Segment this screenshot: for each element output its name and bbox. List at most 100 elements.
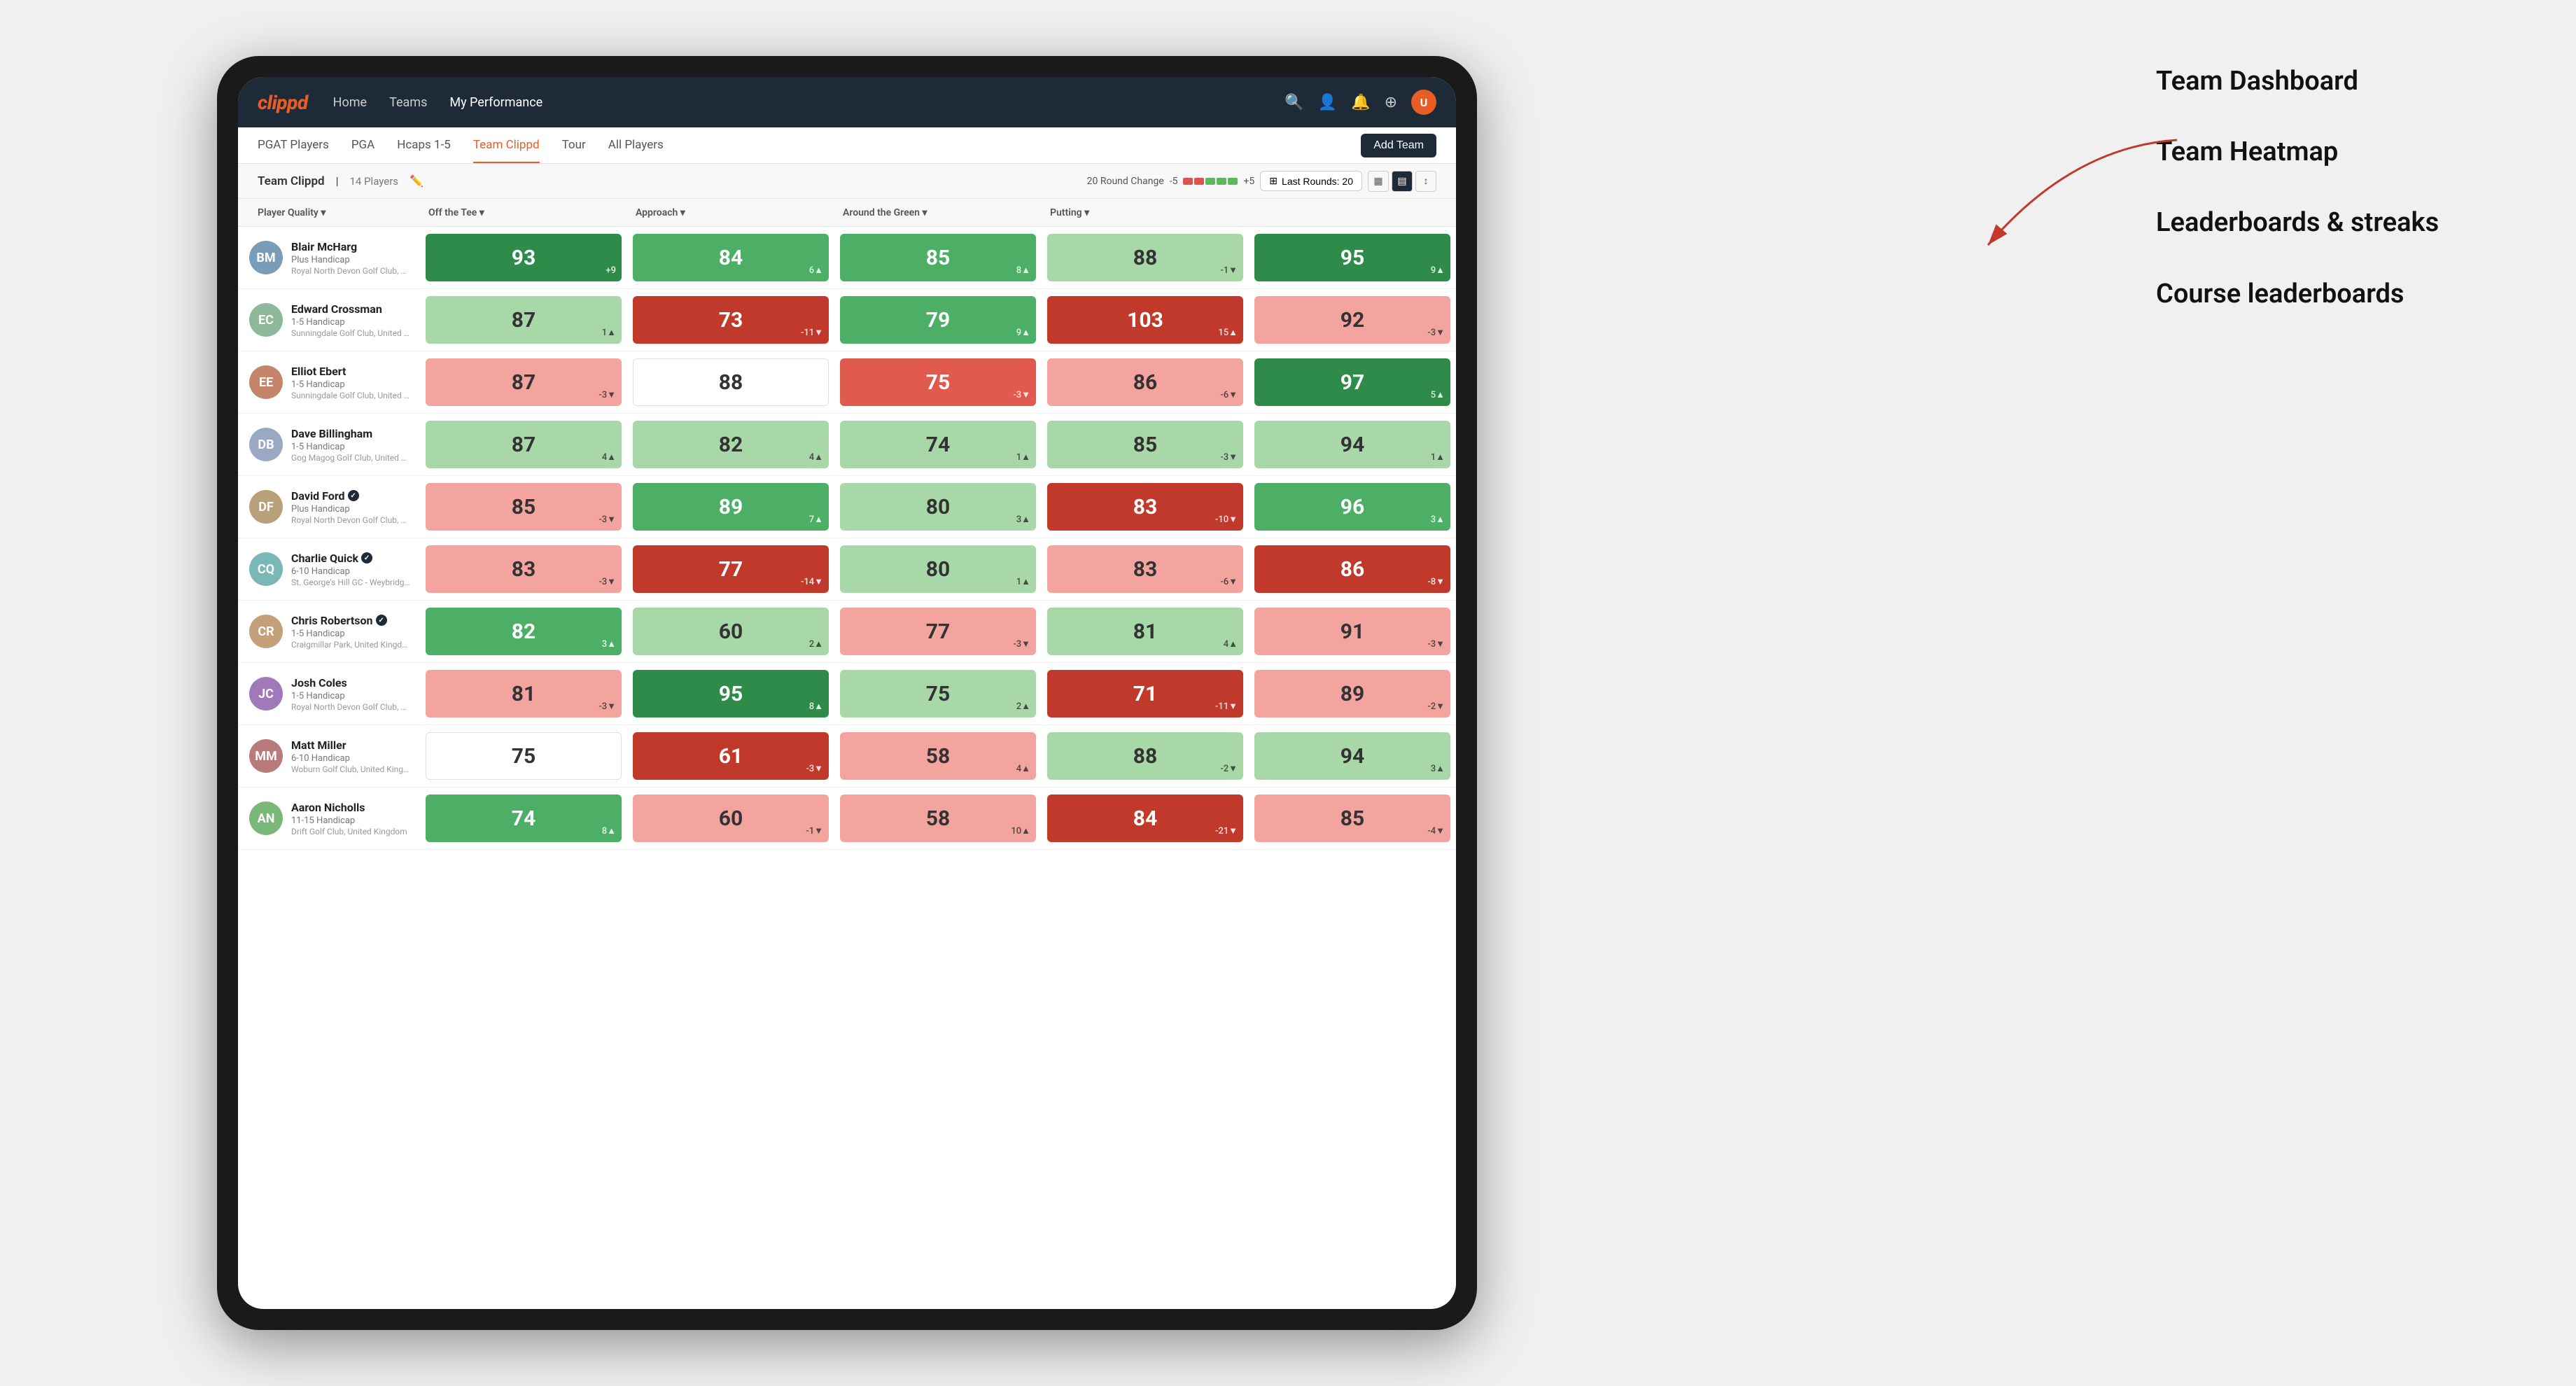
player-info-6[interactable]: CRChris Robertson✓1-5 HandicapCraigmilla… xyxy=(238,607,420,657)
score-cell-6-0[interactable]: 823▲ xyxy=(420,601,627,662)
heatmap-view-button[interactable]: ▤ xyxy=(1392,171,1413,192)
score-cell-3-0[interactable]: 874▲ xyxy=(420,414,627,475)
score-cell-4-3[interactable]: 83-10▼ xyxy=(1042,476,1249,538)
player-details: Aaron Nicholls11-15 HandicapDrift Golf C… xyxy=(291,801,412,836)
score-cell-8-3[interactable]: 88-2▼ xyxy=(1042,725,1249,787)
score-delta: 2▲ xyxy=(1016,701,1030,712)
score-cell-1-4[interactable]: 92-3▼ xyxy=(1249,289,1456,351)
score-cell-7-1[interactable]: 958▲ xyxy=(627,663,834,724)
search-icon[interactable]: 🔍 xyxy=(1284,94,1303,111)
score-cell-1-2[interactable]: 799▲ xyxy=(834,289,1042,351)
col-approach[interactable]: Approach ▾ xyxy=(627,207,834,218)
player-info-9[interactable]: ANAaron Nicholls11-15 HandicapDrift Golf… xyxy=(238,794,420,844)
score-cell-8-0[interactable]: 75 xyxy=(420,725,627,787)
score-cell-4-4[interactable]: 963▲ xyxy=(1249,476,1456,538)
player-info-2[interactable]: EEElliot Ebert1-5 HandicapSunningdale Go… xyxy=(238,358,420,407)
score-cell-7-2[interactable]: 752▲ xyxy=(834,663,1042,724)
tab-tour[interactable]: Tour xyxy=(562,127,586,163)
score-cell-6-4[interactable]: 91-3▼ xyxy=(1249,601,1456,662)
nav-link-home[interactable]: Home xyxy=(333,92,367,113)
score-cell-9-2[interactable]: 5810▲ xyxy=(834,788,1042,849)
score-cell-5-4[interactable]: 86-8▼ xyxy=(1249,538,1456,600)
score-cell-3-1[interactable]: 824▲ xyxy=(627,414,834,475)
score-cell-4-1[interactable]: 897▲ xyxy=(627,476,834,538)
player-info-5[interactable]: CQCharlie Quick✓6-10 HandicapSt. George'… xyxy=(238,545,420,594)
score-cell-2-2[interactable]: 75-3▼ xyxy=(834,351,1042,413)
score-cell-4-2[interactable]: 803▲ xyxy=(834,476,1042,538)
bell-icon[interactable]: 🔔 xyxy=(1351,94,1370,111)
tab-all-players[interactable]: All Players xyxy=(608,127,664,163)
score-cell-9-0[interactable]: 748▲ xyxy=(420,788,627,849)
settings-icon[interactable]: ⊕ xyxy=(1385,94,1397,111)
score-cell-8-1[interactable]: 61-3▼ xyxy=(627,725,834,787)
score-delta: -3▼ xyxy=(1427,327,1445,338)
score-value: 71 xyxy=(1133,682,1157,706)
tab-hcaps[interactable]: Hcaps 1-5 xyxy=(397,127,451,163)
player-details: Josh Coles1-5 HandicapRoyal North Devon … xyxy=(291,676,412,712)
score-cell-5-1[interactable]: 77-14▼ xyxy=(627,538,834,600)
score-cell-3-3[interactable]: 85-3▼ xyxy=(1042,414,1249,475)
round-change-label: 20 Round Change xyxy=(1087,176,1164,187)
score-cell-1-0[interactable]: 871▲ xyxy=(420,289,627,351)
col-off-tee[interactable]: Off the Tee ▾ xyxy=(420,207,627,218)
player-info-7[interactable]: JCJosh Coles1-5 HandicapRoyal North Devo… xyxy=(238,669,420,719)
nav-link-teams[interactable]: Teams xyxy=(389,92,427,113)
score-cell-6-1[interactable]: 602▲ xyxy=(627,601,834,662)
score-cell-3-4[interactable]: 941▲ xyxy=(1249,414,1456,475)
score-cell-0-4[interactable]: 959▲ xyxy=(1249,227,1456,288)
score-cell-6-2[interactable]: 77-3▼ xyxy=(834,601,1042,662)
score-cell-3-2[interactable]: 741▲ xyxy=(834,414,1042,475)
player-info-4[interactable]: DFDavid Ford✓Plus HandicapRoyal North De… xyxy=(238,482,420,532)
tab-pgat-players[interactable]: PGAT Players xyxy=(258,127,329,163)
score-cell-4-0[interactable]: 85-3▼ xyxy=(420,476,627,538)
score-box: 75 xyxy=(426,732,622,780)
score-cell-2-4[interactable]: 975▲ xyxy=(1249,351,1456,413)
score-cell-0-2[interactable]: 858▲ xyxy=(834,227,1042,288)
score-cell-9-1[interactable]: 60-1▼ xyxy=(627,788,834,849)
score-delta: -2▼ xyxy=(1427,701,1445,712)
score-cell-9-4[interactable]: 85-4▼ xyxy=(1249,788,1456,849)
score-box: 87-3▼ xyxy=(426,358,622,406)
score-cell-0-0[interactable]: 93+9 xyxy=(420,227,627,288)
score-cell-7-3[interactable]: 71-11▼ xyxy=(1042,663,1249,724)
score-value: 80 xyxy=(926,495,950,519)
player-info-3[interactable]: DBDave Billingham1-5 HandicapGog Magog G… xyxy=(238,420,420,470)
score-delta: -3▼ xyxy=(598,514,616,525)
edit-icon[interactable]: ✏️ xyxy=(410,174,424,188)
tab-pga[interactable]: PGA xyxy=(351,127,374,163)
add-team-button[interactable]: Add Team xyxy=(1361,134,1436,158)
player-info-1[interactable]: ECEdward Crossman1-5 HandicapSunningdale… xyxy=(238,295,420,345)
score-delta: -3▼ xyxy=(1427,638,1445,650)
grid-view-button[interactable]: ▦ xyxy=(1368,171,1389,192)
player-info-8[interactable]: MMMatt Miller6-10 HandicapWoburn Golf Cl… xyxy=(238,732,420,781)
score-cell-7-0[interactable]: 81-3▼ xyxy=(420,663,627,724)
score-value: 88 xyxy=(1133,744,1157,769)
avatar[interactable]: U xyxy=(1411,90,1436,115)
score-box: 10315▲ xyxy=(1047,296,1243,344)
score-cell-2-0[interactable]: 87-3▼ xyxy=(420,351,627,413)
score-cell-8-4[interactable]: 943▲ xyxy=(1249,725,1456,787)
score-cell-6-3[interactable]: 814▲ xyxy=(1042,601,1249,662)
score-cell-9-3[interactable]: 84-21▼ xyxy=(1042,788,1249,849)
score-value: 94 xyxy=(1340,744,1364,769)
list-view-button[interactable]: ↕ xyxy=(1415,171,1436,192)
score-cell-0-3[interactable]: 88-1▼ xyxy=(1042,227,1249,288)
user-icon[interactable]: 👤 xyxy=(1318,94,1337,111)
score-cell-1-1[interactable]: 73-11▼ xyxy=(627,289,834,351)
score-cell-7-4[interactable]: 89-2▼ xyxy=(1249,663,1456,724)
score-delta: -10▼ xyxy=(1215,514,1238,525)
score-cell-5-3[interactable]: 83-6▼ xyxy=(1042,538,1249,600)
player-info-0[interactable]: BMBlair McHargPlus HandicapRoyal North D… xyxy=(238,233,420,283)
score-cell-2-1[interactable]: 88 xyxy=(627,351,834,413)
last-rounds-button[interactable]: ⊞ Last Rounds: 20 xyxy=(1260,171,1362,191)
col-around-green[interactable]: Around the Green ▾ xyxy=(834,207,1042,218)
score-cell-1-3[interactable]: 10315▲ xyxy=(1042,289,1249,351)
col-putting[interactable]: Putting ▾ xyxy=(1042,207,1249,218)
score-cell-8-2[interactable]: 584▲ xyxy=(834,725,1042,787)
score-cell-2-3[interactable]: 86-6▼ xyxy=(1042,351,1249,413)
tab-team-clippd[interactable]: Team Clippd xyxy=(473,127,540,163)
score-cell-5-2[interactable]: 801▲ xyxy=(834,538,1042,600)
score-cell-0-1[interactable]: 846▲ xyxy=(627,227,834,288)
score-cell-5-0[interactable]: 83-3▼ xyxy=(420,538,627,600)
nav-link-myperformance[interactable]: My Performance xyxy=(449,92,542,113)
